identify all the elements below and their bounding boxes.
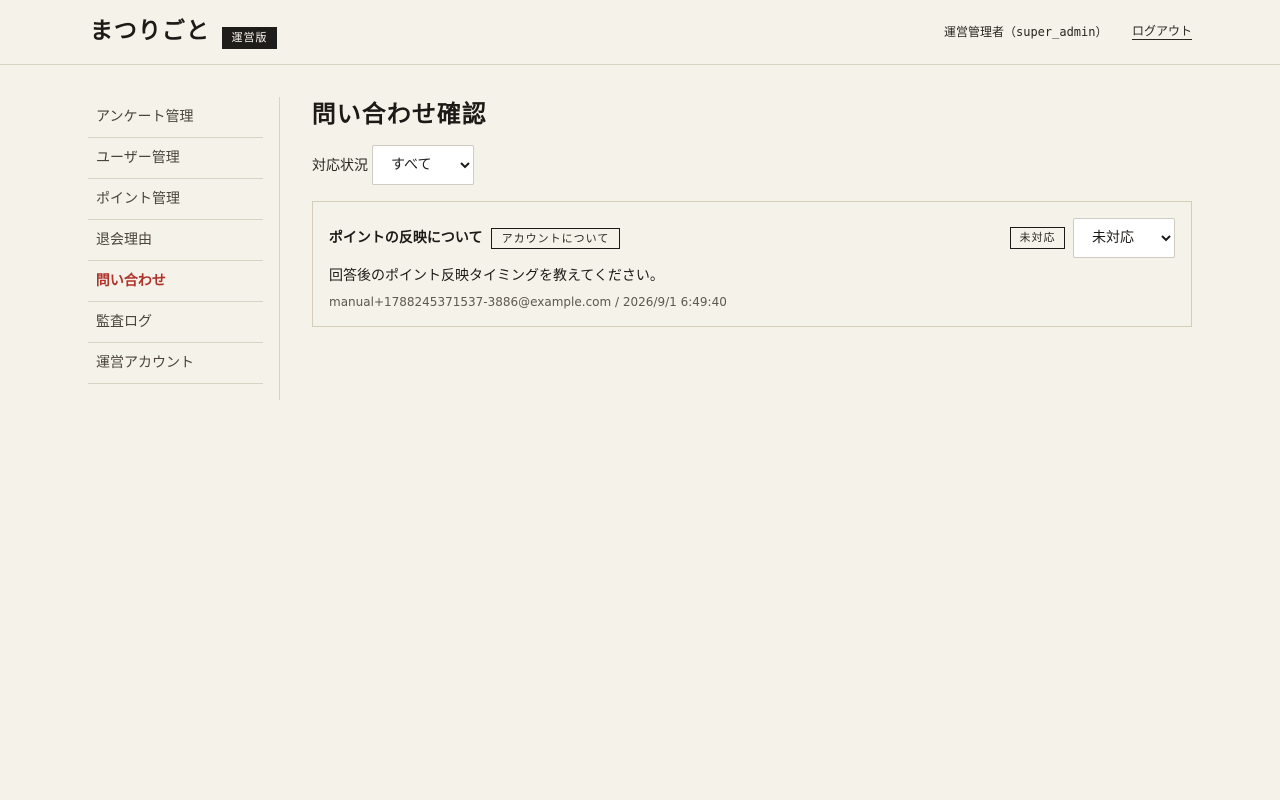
inquiry-meta: manual+1788245371537-3886@example.com / … xyxy=(329,295,727,309)
sidebar-item-user-management[interactable]: ユーザー管理 xyxy=(88,138,263,179)
main-content: 問い合わせ確認 対応状況 すべて ポイントの反映について アカウントについて 未… xyxy=(312,97,1192,327)
edition-badge: 運営版 xyxy=(222,27,277,49)
sidebar-item-inquiries[interactable]: 問い合わせ xyxy=(88,261,263,302)
sidebar-item-operator-accounts[interactable]: 運営アカウント xyxy=(88,343,263,384)
site-header: まつりごと 運営版 運営管理者（super_admin） ログアウト xyxy=(0,0,1280,65)
status-filter-label: 対応状況 xyxy=(312,158,368,174)
inquiry-subject: ポイントの反映について xyxy=(329,230,483,246)
inquiry-status-select[interactable]: 未対応 xyxy=(1073,218,1175,258)
inquiry-category-tag: アカウントについて xyxy=(491,228,620,249)
sidebar-item-audit-log[interactable]: 監査ログ xyxy=(88,302,263,343)
status-filter-select[interactable]: すべて xyxy=(372,145,474,185)
inquiry-status-badge: 未対応 xyxy=(1010,227,1065,249)
logout-link[interactable]: ログアウト xyxy=(1131,23,1192,40)
sidebar-item-survey-management[interactable]: アンケート管理 xyxy=(88,97,263,138)
page-title: 問い合わせ確認 xyxy=(312,99,487,128)
site-logo[interactable]: まつりごと xyxy=(90,16,210,46)
current-user-info: 運営管理者（super_admin） xyxy=(944,25,1108,39)
sidebar-nav: アンケート管理 ユーザー管理 ポイント管理 退会理由 問い合わせ 監査ログ 運営… xyxy=(88,97,280,400)
inquiry-message: 回答後のポイント反映タイミングを教えてください。 xyxy=(329,268,664,284)
sidebar-item-point-management[interactable]: ポイント管理 xyxy=(88,179,263,220)
inquiry-card: ポイントの反映について アカウントについて 未対応 未対応 回答後のポイント反映… xyxy=(312,201,1192,327)
status-filter: 対応状況 すべて xyxy=(312,145,474,185)
sidebar-item-withdrawal-reasons[interactable]: 退会理由 xyxy=(88,220,263,261)
